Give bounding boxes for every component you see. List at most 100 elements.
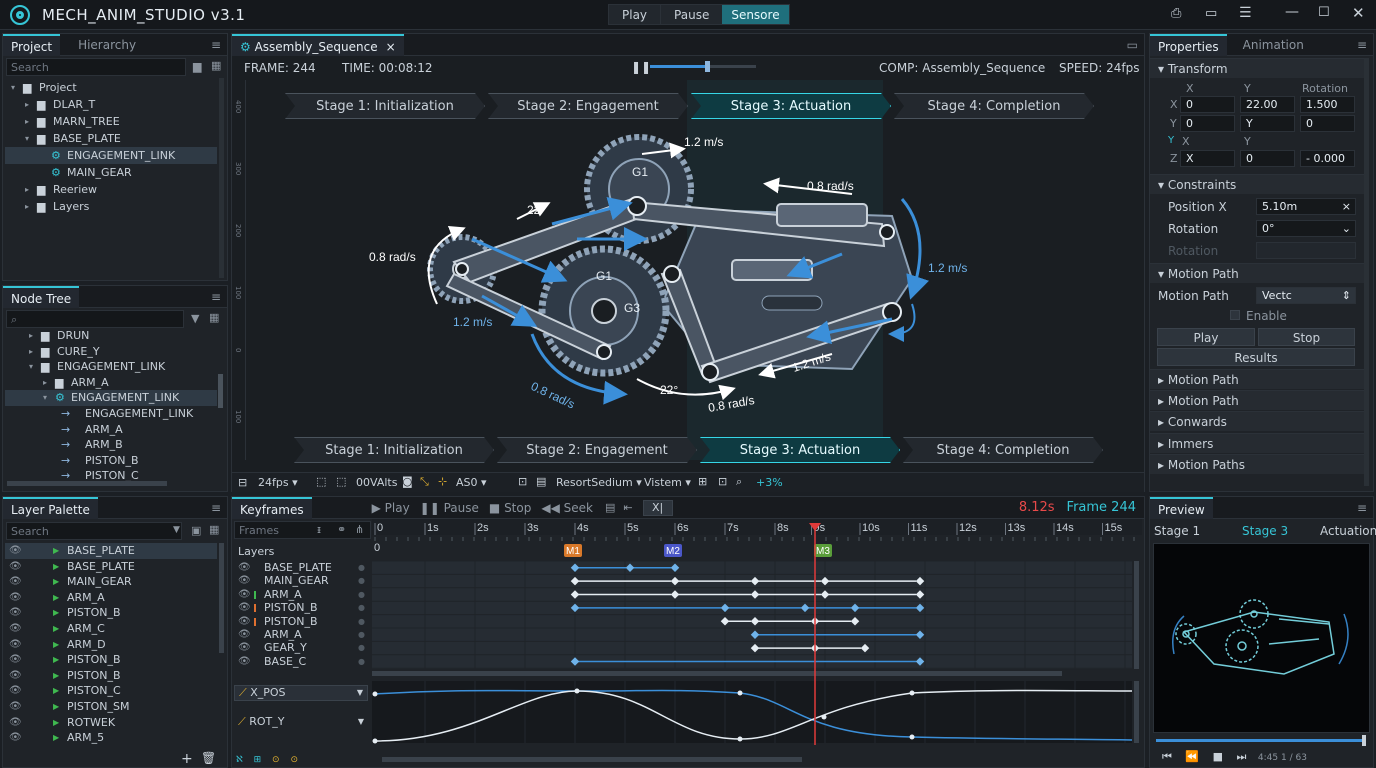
project-tree-item[interactable]: ▸ ▆ Layers — [5, 198, 217, 215]
layer-item[interactable]: 👁 ▶ ROTWEK — [5, 715, 217, 731]
layer-item[interactable]: 👁 ▶ ARM_D — [5, 637, 217, 653]
node-tree-item[interactable]: ▾ ▆ ENGAGEMENT_LINK — [5, 359, 217, 375]
layer-search-input[interactable]: Search — [6, 522, 182, 540]
layer-item[interactable]: 👁 ▶ MAIN_GEAR — [5, 574, 217, 590]
mode-sensore-button[interactable]: Sensore — [722, 5, 789, 24]
tab-layer-palette[interactable]: Layer Palette — [3, 496, 98, 519]
footer-icon-3[interactable]: ⊙ — [272, 755, 280, 765]
kf-play-button[interactable]: ▶ Play — [372, 501, 410, 515]
curve-roty-row[interactable]: ⟋ ROT_Y ▼ — [234, 715, 368, 731]
chevron-right-icon[interactable]: ▶ — [53, 559, 59, 575]
settings-icon[interactable]: ☰ — [1239, 5, 1252, 21]
curve-keypoint[interactable] — [909, 734, 915, 740]
curve-keypoint[interactable] — [737, 736, 743, 742]
tab-project[interactable]: Project — [3, 33, 61, 56]
collapsed-section-header[interactable]: ▸ Conwards — [1150, 411, 1364, 432]
project-tree-item[interactable]: ▸ ▆ DLAR_T — [5, 96, 217, 113]
lock-dot-icon[interactable]: ● — [358, 588, 365, 601]
chevron-right-icon[interactable]: ▶ — [53, 605, 59, 621]
chevron-right-icon[interactable]: ▸ — [43, 375, 47, 391]
kf-layer-row[interactable]: 👁 ARM_A ● — [234, 588, 371, 601]
chevron-down-icon[interactable]: ▾ — [11, 79, 15, 96]
curve-keypoint[interactable] — [372, 738, 378, 744]
filter-icon[interactable]: ▼ — [191, 312, 199, 325]
row4-y-field[interactable]: 0 — [1240, 150, 1295, 167]
grid-toggle-icon[interactable]: ⊞ — [698, 475, 707, 488]
rotation2-field[interactable] — [1256, 242, 1356, 259]
project-tree-item[interactable]: ▾ ▆ Project — [5, 79, 217, 96]
row2-y-field[interactable]: Y — [1240, 115, 1295, 132]
curve-keypoint[interactable] — [372, 691, 378, 697]
chevron-right-icon[interactable]: ▶ — [53, 699, 59, 715]
chevron-right-icon[interactable]: ▸ — [25, 198, 29, 215]
enable-checkbox[interactable] — [1230, 310, 1240, 320]
chevron-down-icon[interactable]: ▾ — [25, 130, 29, 147]
grid-icon[interactable]: ▦ — [209, 523, 219, 536]
tab-properties[interactable]: Properties — [1150, 33, 1227, 56]
kf-layer-row[interactable]: 👁 MAIN_GEAR ● — [234, 574, 371, 587]
motionpath-select[interactable]: Vectc ⇕ — [1256, 287, 1356, 304]
scrollbar-thumb[interactable] — [219, 543, 224, 653]
eye-icon[interactable]: 👁 — [238, 641, 251, 654]
kf-marker-field[interactable]: X| — [642, 499, 673, 516]
mode-pause-button[interactable]: Pause — [660, 5, 722, 24]
chevron-down-icon[interactable]: ▾ — [29, 359, 33, 375]
next-frame-icon[interactable]: ⏭ — [1237, 750, 1247, 763]
layer-item[interactable]: 👁 ▶ PISTON_B — [5, 668, 217, 684]
grid-icon[interactable]: ▦ — [209, 311, 219, 324]
fps-select[interactable]: 24fps ▾ — [258, 476, 298, 489]
position-x-field[interactable]: 5.10m × — [1256, 198, 1356, 215]
eye-icon[interactable]: 👁 — [238, 628, 251, 641]
scrollbar-horizontal[interactable] — [7, 481, 167, 486]
eye-icon[interactable]: 👁 — [238, 574, 251, 587]
system-select[interactable]: Vistem ▾ — [644, 476, 691, 489]
chevron-right-icon[interactable]: ▶ — [53, 590, 59, 606]
curve-xpos-row[interactable]: ⟋ X_POS ▼ — [234, 685, 368, 701]
chevron-right-icon[interactable]: ▶ — [53, 574, 59, 590]
curve-scrollbar[interactable] — [1134, 681, 1139, 743]
node-tree-item[interactable]: ▾ ⚙ ENGAGEMENT_LINK — [5, 390, 217, 406]
tab-preview[interactable]: Preview — [1150, 496, 1213, 519]
pivot-icon[interactable]: ⊹ — [438, 475, 447, 488]
chevron-down-icon[interactable]: ▾ — [43, 390, 47, 406]
eye-icon[interactable]: 👁 — [238, 561, 251, 574]
curve-keypoint[interactable] — [737, 690, 743, 696]
resolution-select[interactable]: ResortSedium ▾ — [556, 476, 642, 489]
lock-dot-icon[interactable]: ● — [358, 574, 365, 587]
minimize-icon[interactable]: — — [1285, 4, 1299, 20]
folder-icon[interactable]: ▭ — [1205, 6, 1217, 21]
trash-icon[interactable]: 🗑 — [201, 751, 216, 765]
footer-icon-2[interactable]: ⊞ — [254, 755, 262, 765]
eye-icon[interactable]: 👁 — [9, 730, 22, 746]
select-rect-icon[interactable]: ⬚ — [316, 475, 326, 488]
panel-menu-icon[interactable]: ≡ — [211, 38, 221, 52]
scrollbar-thumb[interactable] — [218, 374, 223, 408]
chevron-right-icon[interactable]: ▸ — [25, 181, 29, 198]
render-icon[interactable]: ▤ — [536, 475, 546, 488]
chevron-right-icon[interactable]: ▸ — [25, 113, 29, 130]
rewind-icon[interactable]: ⏪ — [1185, 750, 1199, 763]
scrollbar[interactable] — [219, 78, 224, 278]
zoom-level[interactable]: +3% — [756, 476, 783, 489]
track-hscrollbar[interactable] — [372, 671, 1062, 676]
layer-item[interactable]: 👁 ▶ PISTON_B — [5, 605, 217, 621]
kf-layer-row[interactable]: 👁 GEAR_Y ● — [234, 641, 371, 654]
frame-icon[interactable]: ⬚ — [336, 475, 346, 488]
row4-r-field[interactable]: - 0.000 — [1300, 150, 1355, 167]
layer-item[interactable]: 👁 ▶ BASE_PLATE — [5, 559, 217, 575]
lock-icon[interactable]: ▣ — [191, 524, 201, 537]
preview-scrubber[interactable] — [1156, 735, 1366, 746]
toolbar-value-1[interactable]: 00VAlts — [356, 476, 397, 489]
track-scrollbar[interactable] — [1134, 561, 1139, 669]
layer-item[interactable]: 👁 ▶ ARM_5 — [5, 730, 217, 746]
row2-x-field[interactable]: 0 — [1180, 115, 1235, 132]
stop-icon[interactable]: ■ — [1213, 750, 1223, 763]
kf-seek-button[interactable]: ◀◀ Seek — [541, 501, 593, 515]
kf-layer-row[interactable]: 👁 ARM_A ● — [234, 628, 371, 641]
lock-dot-icon[interactable]: ● — [358, 655, 365, 668]
chevron-right-icon[interactable]: ▶ — [53, 683, 59, 699]
chevron-right-icon[interactable]: ▸ — [29, 328, 33, 344]
node-tree-item[interactable]: ▸ ▆ ARM_A — [5, 375, 217, 391]
chevron-right-icon[interactable]: ▶ — [53, 543, 59, 559]
chevron-right-icon[interactable]: ▶ — [53, 668, 59, 684]
